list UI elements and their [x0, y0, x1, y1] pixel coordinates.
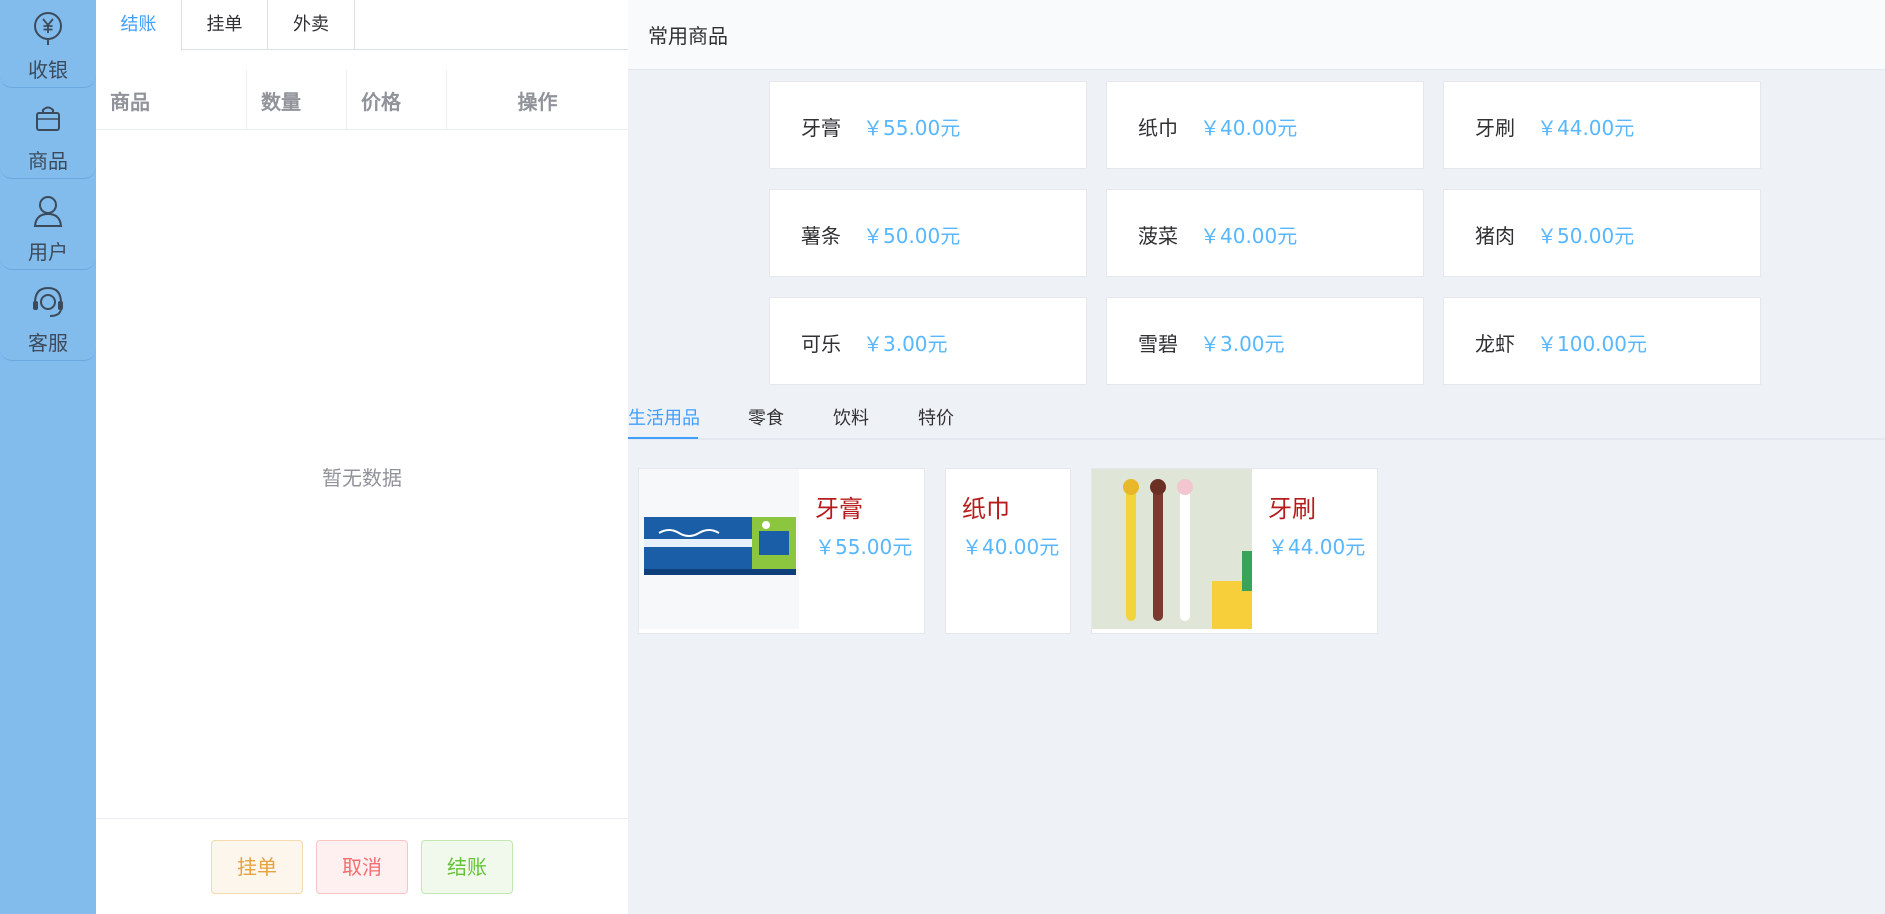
- goods-price: ￥3.00元: [863, 332, 948, 356]
- product-price: ￥44.00元: [1268, 535, 1366, 559]
- goods-price: ￥3.00元: [1200, 332, 1285, 356]
- tab-drinks[interactable]: 饮料: [833, 404, 869, 430]
- tab-snacks[interactable]: 零食: [748, 404, 784, 430]
- goods-price: ￥50.00元: [1537, 224, 1635, 248]
- goods-name: 猪肉: [1475, 224, 1515, 248]
- common-goods-card[interactable]: 可乐 ￥3.00元: [769, 297, 1087, 385]
- goods-price: ￥50.00元: [863, 224, 961, 248]
- tab-checkout[interactable]: 结账: [96, 0, 182, 51]
- active-tab-indicator: [628, 437, 698, 439]
- goods-name: 可乐: [801, 332, 841, 356]
- pos-app: 收银 商品 用户 客服 结账 挂单 外卖 商品 数量 价格 操作 暂无数据 挂单…: [0, 0, 1885, 914]
- goods-price: ￥40.00元: [1200, 116, 1298, 140]
- checkout-button[interactable]: 结账: [421, 840, 513, 894]
- product-name: 牙刷: [1268, 495, 1316, 523]
- sidebar: 收银 商品 用户 客服: [0, 0, 96, 914]
- toothbrush-set-image: [1092, 469, 1252, 629]
- cancel-button[interactable]: 取消: [316, 840, 408, 894]
- order-footer: 挂单 取消 结账: [96, 818, 628, 914]
- column-header-price[interactable]: 价格: [347, 70, 447, 130]
- user-icon: [33, 196, 63, 227]
- sidebar-item-label: 用户: [28, 240, 68, 264]
- product-card[interactable]: 牙膏 ￥55.00元: [638, 468, 925, 634]
- common-goods-card[interactable]: 纸巾 ￥40.00元: [1106, 81, 1424, 169]
- common-goods-header: 常用商品: [628, 0, 1885, 70]
- sidebar-item-goods[interactable]: 商品: [0, 91, 96, 179]
- product-card[interactable]: 牙刷 ￥44.00元: [1091, 468, 1378, 634]
- goods-name: 牙刷: [1475, 116, 1515, 140]
- order-tabs: 结账 挂单 外卖: [96, 0, 628, 51]
- cashier-yen-icon: [34, 12, 62, 45]
- column-header-quantity[interactable]: 数量: [247, 70, 347, 130]
- product-price: ￥40.00元: [962, 535, 1060, 559]
- common-goods-card[interactable]: 薯条 ￥50.00元: [769, 189, 1087, 277]
- common-goods-card[interactable]: 牙膏 ￥55.00元: [769, 81, 1087, 169]
- common-goods-card[interactable]: 菠菜 ￥40.00元: [1106, 189, 1424, 277]
- headset-icon: [33, 286, 63, 317]
- tab-hold-orders[interactable]: 挂单: [182, 0, 268, 50]
- common-goods-title: 常用商品: [648, 24, 728, 48]
- common-goods-card[interactable]: 牙刷 ￥44.00元: [1443, 81, 1761, 169]
- hold-order-button[interactable]: 挂单: [211, 840, 303, 894]
- goods-name: 牙膏: [801, 116, 841, 140]
- goods-name: 菠菜: [1138, 224, 1178, 248]
- order-panel: 结账 挂单 外卖 商品 数量 价格 操作 暂无数据 挂单 取消 结账: [96, 0, 628, 914]
- sidebar-item-cashier[interactable]: 收银: [0, 0, 96, 88]
- product-price: ￥55.00元: [815, 535, 913, 559]
- toothpaste-box-image: [639, 469, 799, 629]
- column-header-product[interactable]: 商品: [96, 70, 247, 130]
- tab-takeout[interactable]: 外卖: [268, 0, 355, 50]
- goods-name: 龙虾: [1475, 332, 1515, 356]
- goods-price: ￥40.00元: [1200, 224, 1298, 248]
- category-tabs: 生活用品 零食 饮料 特价: [628, 392, 1885, 440]
- common-goods-card[interactable]: 龙虾 ￥100.00元: [1443, 297, 1761, 385]
- sidebar-item-label: 客服: [28, 331, 68, 355]
- product-card[interactable]: 纸巾 ￥40.00元: [945, 468, 1071, 634]
- sidebar-item-user[interactable]: 用户: [0, 182, 96, 270]
- sidebar-item-label: 商品: [28, 149, 68, 173]
- goods-price: ￥44.00元: [1537, 116, 1635, 140]
- order-table-header: 商品 数量 价格 操作: [96, 70, 628, 130]
- tab-specials[interactable]: 特价: [918, 404, 954, 430]
- goods-price: ￥100.00元: [1537, 332, 1647, 356]
- common-goods-card[interactable]: 猪肉 ￥50.00元: [1443, 189, 1761, 277]
- product-name: 纸巾: [962, 495, 1010, 523]
- tab-daily-necessities[interactable]: 生活用品: [628, 404, 700, 430]
- goods-price: ￥55.00元: [863, 116, 961, 140]
- goods-name: 薯条: [801, 224, 841, 248]
- shopping-bag-icon: [36, 106, 60, 131]
- goods-name: 纸巾: [1138, 116, 1178, 140]
- empty-state-text: 暂无数据: [322, 466, 402, 490]
- sidebar-item-label: 收银: [28, 58, 68, 82]
- column-header-action[interactable]: 操作: [447, 70, 628, 130]
- product-name: 牙膏: [815, 495, 863, 523]
- sidebar-item-service[interactable]: 客服: [0, 273, 96, 361]
- goods-name: 雪碧: [1138, 332, 1178, 356]
- common-goods-card[interactable]: 雪碧 ￥3.00元: [1106, 297, 1424, 385]
